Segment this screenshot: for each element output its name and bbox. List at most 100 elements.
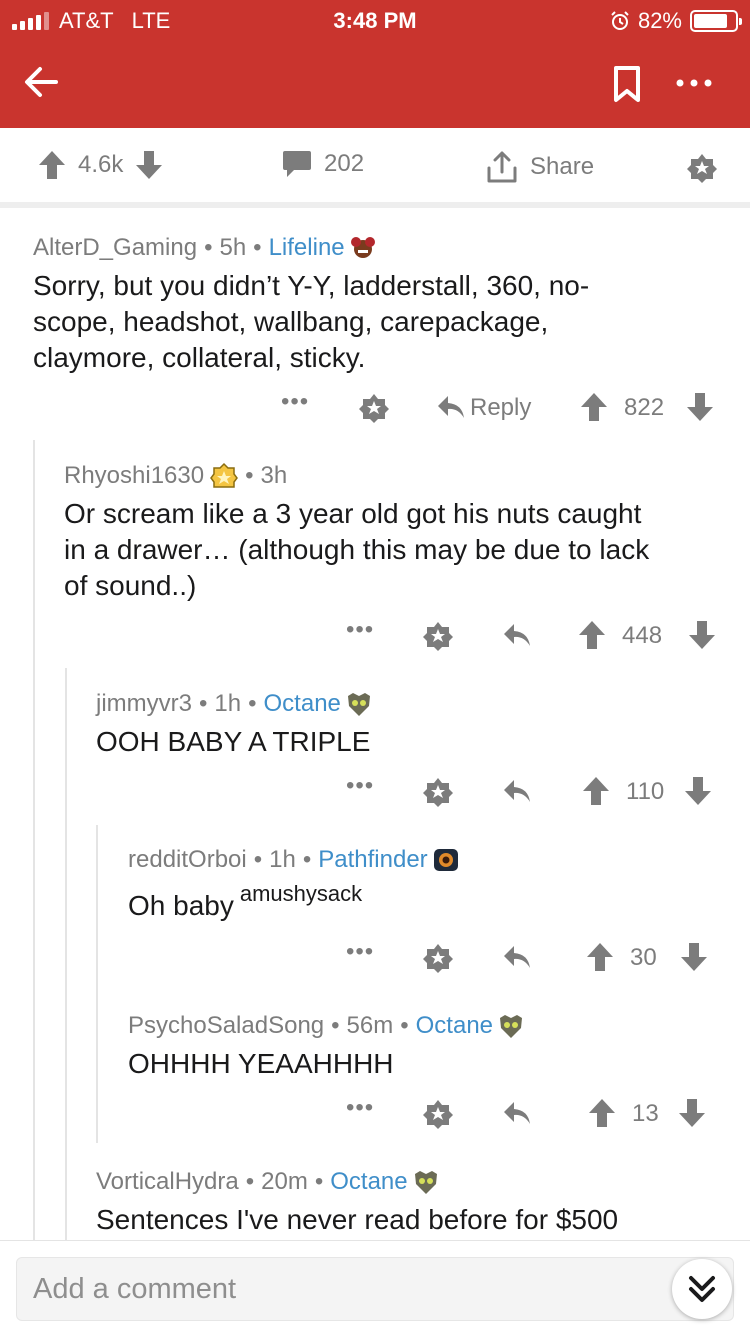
award-star-icon[interactable] bbox=[358, 392, 390, 424]
comment-text: Oh baby bbox=[128, 890, 234, 921]
comment-author[interactable]: PsychoSaladSong bbox=[128, 1012, 324, 1040]
comment-meta: redditOrboi • 1h • Pathfinder bbox=[128, 846, 728, 874]
reply-icon[interactable] bbox=[502, 1100, 532, 1126]
comment-age: 1h bbox=[269, 846, 296, 873]
comment-score: 822 bbox=[624, 394, 665, 421]
bookmark-icon[interactable] bbox=[612, 64, 642, 104]
reply-icon[interactable] bbox=[502, 622, 532, 648]
comment-actions: ••• Reply 822 bbox=[0, 388, 750, 428]
award-star-icon[interactable] bbox=[422, 942, 454, 974]
post-comments-button[interactable]: 202 bbox=[282, 150, 364, 178]
octane-icon bbox=[414, 1171, 437, 1194]
app-header: AT&T LTE 3:48 PM 82% bbox=[0, 0, 750, 128]
reply-label[interactable]: Reply bbox=[470, 394, 531, 422]
octane-icon bbox=[347, 693, 370, 716]
comment-age: 20m bbox=[261, 1168, 308, 1195]
user-flair: Octane bbox=[330, 1168, 408, 1195]
comment-meta: Rhyoshi1630 • 3h bbox=[64, 462, 288, 490]
comment-author[interactable]: AlterD_Gaming bbox=[33, 234, 197, 262]
comment-age: 3h bbox=[260, 462, 288, 489]
pathfinder-icon bbox=[433, 849, 458, 871]
alarm-icon bbox=[611, 11, 629, 30]
comment-meta: jimmyvr3 • 1h • Octane bbox=[96, 690, 716, 718]
nav-bar bbox=[0, 52, 750, 112]
battery-percent: 82% bbox=[637, 8, 682, 33]
award-star-icon bbox=[687, 154, 717, 183]
downvote-icon[interactable] bbox=[688, 620, 716, 650]
double-chevron-down-icon bbox=[689, 1276, 715, 1302]
reply-icon[interactable] bbox=[436, 394, 466, 420]
more-options-icon[interactable] bbox=[672, 68, 716, 98]
comment-author[interactable]: Rhyoshi1630 bbox=[64, 462, 204, 490]
reply-icon[interactable] bbox=[502, 778, 532, 804]
comment: jimmyvr3 • 1h • Octane OOH BABY A TRIPLE bbox=[96, 690, 716, 760]
more-options-icon[interactable]: ••• bbox=[346, 616, 374, 644]
downvote-icon[interactable] bbox=[680, 942, 708, 972]
next-comment-button[interactable] bbox=[672, 1259, 732, 1319]
comment: Rhyoshi1630 • 3h Or scream like a 3 year… bbox=[64, 462, 724, 604]
reply-icon[interactable] bbox=[502, 944, 532, 970]
post-score: 4.6k bbox=[78, 151, 124, 178]
comment-composer-bar: Add a comment bbox=[0, 1240, 750, 1334]
downvote-icon[interactable] bbox=[135, 150, 163, 180]
comment-body: OOH BABY A TRIPLE bbox=[96, 726, 371, 757]
comment-score: 13 bbox=[632, 1100, 659, 1127]
comment: AlterD_Gaming • 5h • Lifeline Sorry, but… bbox=[33, 234, 713, 376]
comment-score: 30 bbox=[630, 944, 657, 971]
comment: VorticalHydra • 20m • Octane Sentences I… bbox=[96, 1168, 736, 1238]
more-options-icon[interactable]: ••• bbox=[346, 938, 374, 966]
comment-actions: ••• 30 bbox=[0, 938, 750, 978]
comment-actions: ••• 448 bbox=[0, 616, 750, 656]
comment-body: Or scream like a 3 year old got his nuts… bbox=[64, 498, 650, 601]
share-button[interactable]: Share bbox=[486, 150, 594, 184]
add-comment-input[interactable]: Add a comment bbox=[16, 1257, 734, 1321]
comment-age: 5h bbox=[219, 234, 247, 261]
share-label: Share bbox=[530, 153, 595, 180]
comment-actions: ••• 110 bbox=[0, 772, 750, 812]
comment-meta: AlterD_Gaming • 5h • Lifeline bbox=[33, 234, 713, 262]
back-arrow-icon[interactable] bbox=[20, 60, 64, 104]
comment-author[interactable]: VorticalHydra bbox=[96, 1168, 239, 1196]
post-vote-group: 4.6k bbox=[38, 150, 163, 180]
user-flair: Pathfinder bbox=[318, 846, 428, 873]
comment-actions: ••• 13 bbox=[0, 1094, 750, 1134]
comment-body: Sentences I've never read before for $50… bbox=[96, 1204, 619, 1235]
upvote-icon[interactable] bbox=[578, 620, 606, 650]
comment-body: Sorry, but you didn’t Y-Y, ladderstall, … bbox=[33, 270, 590, 373]
upvote-icon[interactable] bbox=[588, 1098, 616, 1128]
badge-icon bbox=[210, 462, 239, 488]
downvote-icon[interactable] bbox=[678, 1098, 706, 1128]
upvote-icon[interactable] bbox=[582, 776, 610, 806]
comment: redditOrboi • 1h • Pathfinder Oh baby amu… bbox=[128, 846, 728, 926]
downvote-icon[interactable] bbox=[686, 392, 714, 422]
comment-score: 448 bbox=[622, 622, 663, 649]
award-star-icon[interactable] bbox=[422, 776, 454, 808]
share-icon bbox=[487, 151, 517, 183]
more-options-icon[interactable]: ••• bbox=[346, 772, 374, 800]
comment-body: Oh baby amushysack bbox=[128, 881, 728, 926]
award-star-icon[interactable] bbox=[422, 620, 454, 652]
more-options-icon[interactable]: ••• bbox=[346, 1094, 374, 1122]
user-flair: Octane bbox=[415, 1012, 494, 1039]
comment-author[interactable]: redditOrboi bbox=[128, 846, 247, 874]
lifeline-icon bbox=[350, 237, 375, 258]
status-bar: AT&T LTE 3:48 PM 82% bbox=[0, 0, 750, 40]
award-button[interactable] bbox=[686, 152, 718, 184]
comment-bubble-icon bbox=[283, 151, 311, 177]
superscript-text: amushysack bbox=[239, 881, 363, 906]
award-star-icon[interactable] bbox=[422, 1098, 454, 1130]
upvote-icon[interactable] bbox=[580, 392, 608, 422]
comment-age: 56m bbox=[346, 1012, 394, 1039]
comment-author[interactable]: jimmyvr3 bbox=[96, 690, 192, 718]
downvote-icon[interactable] bbox=[684, 776, 712, 806]
comment-score: 110 bbox=[626, 778, 665, 805]
more-options-icon[interactable]: ••• bbox=[281, 388, 309, 416]
comment-meta: PsychoSaladSong • 56m • Octane bbox=[128, 1012, 728, 1040]
upvote-icon[interactable] bbox=[586, 942, 614, 972]
upvote-icon[interactable] bbox=[38, 150, 66, 180]
comment-count: 202 bbox=[324, 150, 365, 177]
octane-icon bbox=[500, 1015, 523, 1038]
post-action-bar: 4.6k 202 Share bbox=[0, 128, 750, 208]
comment: PsychoSaladSong • 56m • Octane OHHHH YEA… bbox=[128, 1012, 728, 1082]
comment-age: 1h bbox=[214, 690, 242, 717]
